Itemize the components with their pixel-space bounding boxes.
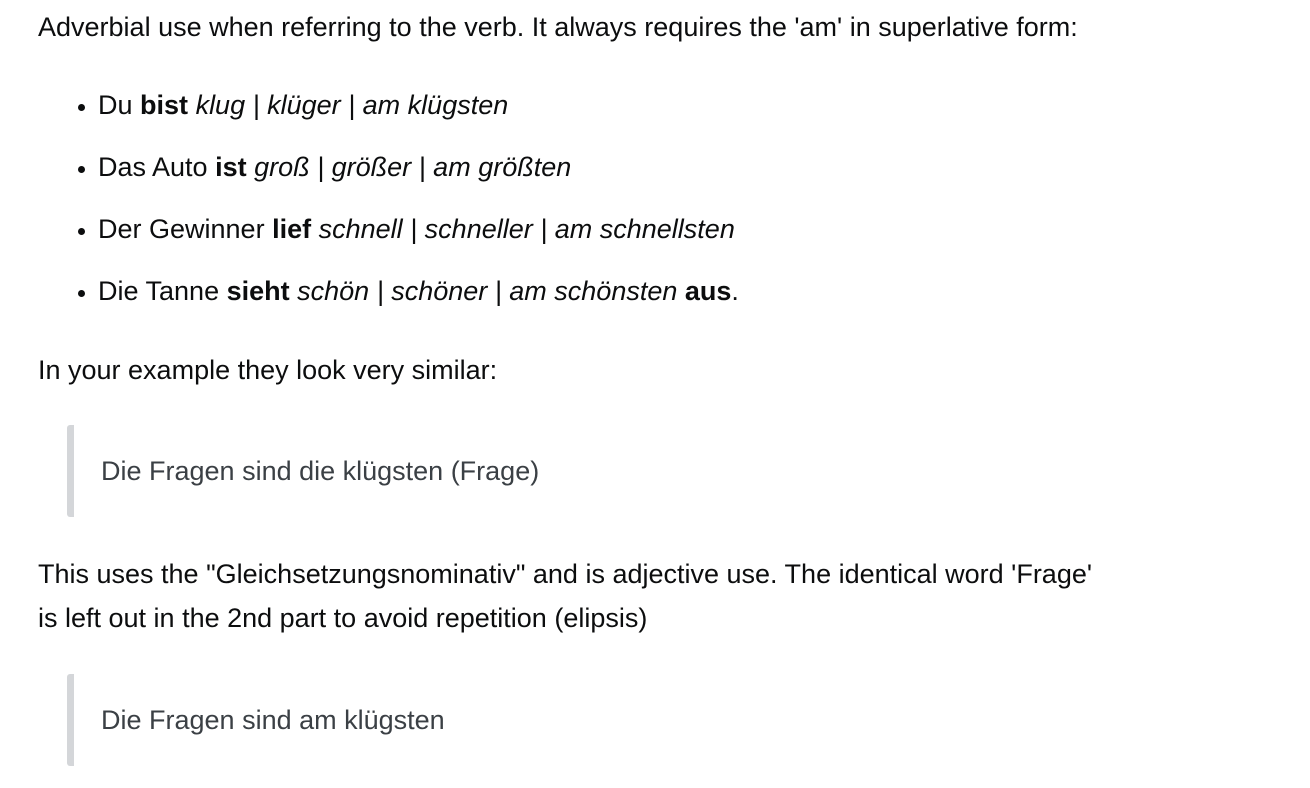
example-verb: sieht [226,276,290,306]
list-item: Das Auto ist groß | größer | am größten [98,145,739,189]
example-prefix: Die Tanne [98,276,227,306]
example-intro-paragraph: In your example they look very similar: [38,355,498,385]
list-item: Der Gewinner lief schnell | schneller | … [98,207,739,251]
examples-list: Du bist klug | klüger | am klügsten Das … [38,83,739,331]
example-space [188,90,196,120]
example-forms: klug | klüger | am klügsten [195,90,509,120]
explanation-line-2: is left out in the 2nd part to avoid rep… [38,603,648,633]
example-space [247,152,255,182]
quote-text: Die Fragen sind die klügsten (Frage) [101,456,540,486]
example-prefix: Der Gewinner [98,214,273,244]
example-verb: bist [140,90,189,120]
blockquote-first: Die Fragen sind die klügsten (Frage) [67,425,539,517]
example-space [311,214,319,244]
example-prefix: Du [98,90,141,120]
example-forms: schön | schöner | am schönsten [297,276,678,306]
example-forms: groß | größer | am größten [254,152,572,182]
blockquote-second: Die Fragen sind am klügsten [67,674,445,766]
example-forms: schnell | schneller | am schnellsten [318,214,735,244]
answer-body: Adverbial use when referring to the verb… [0,0,1310,788]
list-item: Die Tanne sieht schön | schöner | am sch… [98,269,739,313]
example-verb: ist [215,152,247,182]
list-item: Du bist klug | klüger | am klügsten [98,83,739,127]
quote-text: Die Fragen sind am klügsten [101,705,445,735]
intro-paragraph: Adverbial use when referring to the verb… [38,12,1078,42]
example-verb: lief [272,214,312,244]
explanation-paragraph: This uses the "Gleichsetzungsnominativ" … [38,552,1278,640]
explanation-line-1: This uses the "Gleichsetzungsnominativ" … [38,559,1093,589]
example-particle: aus [684,276,732,306]
example-end: . [731,276,739,306]
example-prefix: Das Auto [98,152,216,182]
example-space [290,276,298,306]
